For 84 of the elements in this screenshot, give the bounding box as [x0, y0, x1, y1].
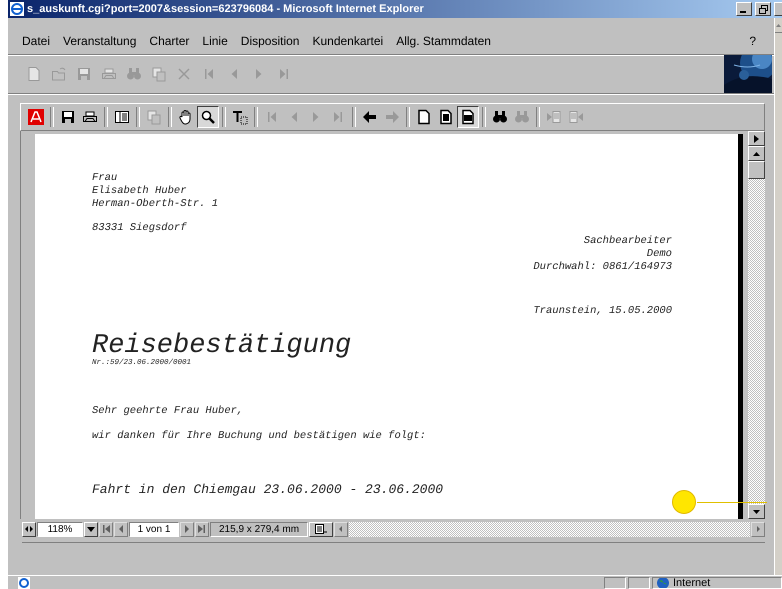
body-text: wir danken für Ihre Buchung und bestätigen wie folgt:: [92, 430, 426, 443]
cross-icon: [176, 66, 192, 82]
copy-icon: [150, 66, 166, 82]
page-size-label: 215,9 x 279,4 mm: [210, 522, 308, 536]
zoom-dropdown[interactable]: [84, 522, 98, 536]
status-panel: [604, 576, 626, 588]
salutation: Sehr geehrte Frau Huber,: [92, 405, 244, 418]
search-web-icon: [514, 109, 530, 125]
page-field[interactable]: 1 von 1: [129, 522, 179, 536]
globe-icon: [657, 578, 669, 588]
status-panel: [628, 576, 650, 588]
address-line: 83331 Siegsdorf: [92, 222, 187, 235]
last-page-icon: [198, 525, 206, 533]
restore-icon: [758, 4, 768, 14]
vertical-scrollbar[interactable]: [748, 131, 765, 519]
logo-icon: [28, 109, 44, 125]
page-layout-button[interactable]: [309, 522, 334, 536]
trip-line: Fahrt in den Chiemgau 23.06.2000 - 23.06.2000: [92, 482, 444, 497]
split-button[interactable]: [748, 131, 765, 146]
move-button[interactable]: [22, 522, 36, 536]
menu-item[interactable]: Disposition: [240, 34, 300, 48]
browser-icon: [10, 2, 24, 16]
help-menu[interactable]: ?: [749, 34, 756, 48]
up-triangle-icon: [776, 24, 781, 26]
first-page-button[interactable]: [99, 522, 113, 536]
window-title: s_auskunft.cgi?port=2007&session=623796084 - Microsoft Internet Explorer: [27, 3, 425, 15]
scroll-right-button[interactable]: [751, 522, 765, 536]
actual-size-icon: [416, 109, 432, 125]
previous-icon: [117, 525, 125, 533]
contact-line: Durchwahl: 0861/164973: [533, 261, 672, 274]
fit-page-icon: [438, 109, 454, 125]
up-triangle-icon: [753, 152, 760, 156]
fitwidth-button[interactable]: [457, 106, 479, 128]
leader-line: [697, 502, 767, 503]
contact-line: Sachbearbeiter: [584, 235, 672, 248]
next-document-icon: [568, 109, 584, 125]
menu-item[interactable]: Allg. Stammdaten: [396, 34, 491, 48]
zoom-button[interactable]: [197, 106, 219, 128]
previous-page-button[interactable]: [114, 522, 128, 536]
menu-item[interactable]: Veranstaltung: [63, 34, 136, 48]
scroll-down-button[interactable]: [748, 504, 765, 519]
next-icon: [183, 525, 191, 533]
next-page-button[interactable]: [180, 522, 194, 536]
caret-icon: [87, 525, 95, 533]
text-select-icon: [232, 109, 248, 125]
printer-icon: [100, 66, 116, 82]
binoculars-icon: [492, 109, 508, 125]
address-line: Herman-Oberth-Str. 1: [92, 198, 218, 211]
minimize-button[interactable]: [736, 2, 752, 16]
close-button[interactable]: [774, 2, 782, 16]
panel-icon: [114, 109, 130, 125]
back-arrow-icon: [362, 109, 378, 125]
right-triangle-icon: [754, 134, 759, 142]
folder-icon: [50, 66, 66, 82]
last-page-button[interactable]: [195, 522, 209, 536]
menu-item[interactable]: Kundenkartei: [312, 34, 384, 48]
menu-item[interactable]: Linie: [202, 34, 228, 48]
zoom-icon: [200, 109, 216, 125]
scroll-thumb[interactable]: [748, 161, 765, 179]
zone-label: Internet: [673, 578, 710, 588]
fit-width-icon: [460, 109, 476, 125]
address-line: Elisabeth Huber: [92, 185, 187, 198]
down-triangle-icon: [753, 510, 760, 514]
copy-icon: [146, 109, 162, 125]
menu-item[interactable]: Charter: [149, 34, 190, 48]
address-line: Frau: [92, 172, 118, 185]
page-icon: [26, 66, 42, 82]
logo-button[interactable]: [25, 106, 47, 128]
grid-icon: [315, 524, 328, 534]
zoom-field[interactable]: 118%: [37, 522, 83, 536]
scroll-left-button[interactable]: [334, 522, 348, 536]
forward-arrow-icon: [384, 109, 400, 125]
previous-document-icon: [546, 109, 562, 125]
horizontal-scrollbar[interactable]: [349, 522, 750, 536]
printer-icon: [82, 109, 98, 125]
date-line: Traunstein, 15.05.2000: [533, 305, 672, 318]
first-page-icon: [102, 525, 110, 533]
move-arrows-icon: [25, 525, 33, 533]
document-heading: Reisebestätigung: [92, 334, 352, 358]
contact-line: Demo: [646, 248, 672, 261]
menu-item[interactable]: Datei: [22, 34, 50, 48]
binoculars-icon: [126, 66, 142, 82]
restore-button[interactable]: [755, 2, 771, 16]
right-triangle-icon: [754, 525, 762, 533]
